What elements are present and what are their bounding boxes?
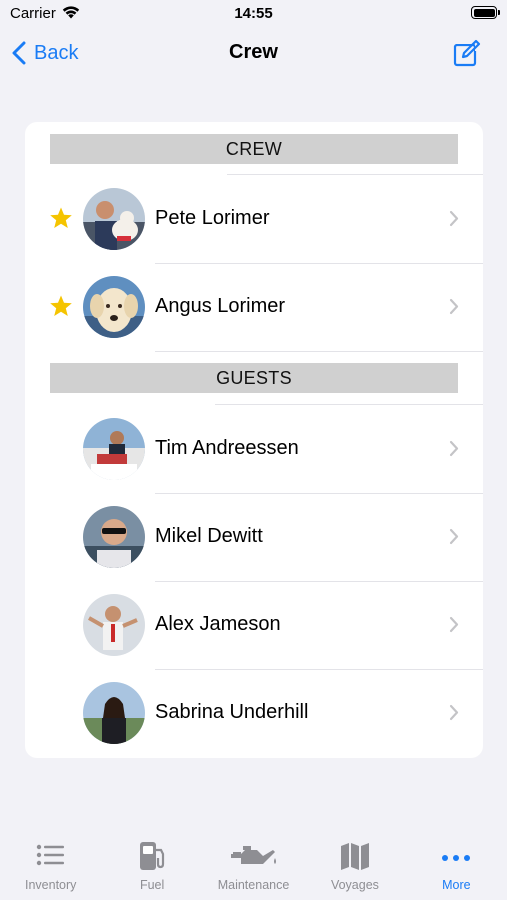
avatar xyxy=(83,506,145,568)
star-icon xyxy=(50,295,72,316)
section-header-crew: CREW xyxy=(50,134,458,164)
tab-label: More xyxy=(442,878,471,892)
avatar xyxy=(83,276,145,338)
list-item-pete-lorimer[interactable]: Pete Lorimer xyxy=(25,175,483,263)
page-title: Crew xyxy=(229,41,278,63)
list-item-alex-jameson[interactable]: Alex Jameson xyxy=(25,581,483,669)
clock: 14:55 xyxy=(234,5,273,22)
member-name: Tim Andreessen xyxy=(155,437,299,459)
member-name: Alex Jameson xyxy=(155,613,281,635)
status-bar: Carrier 14:55 xyxy=(0,0,507,30)
tab-label: Voyages xyxy=(330,878,379,892)
tab-more[interactable]: More xyxy=(406,836,507,900)
avatar xyxy=(83,594,145,656)
tab-bar: Inventory Fuel Maintenance Voyages More xyxy=(0,836,507,900)
star-icon xyxy=(50,207,72,228)
fuel-pump-icon xyxy=(140,842,165,870)
crew-list-card: CREW Pete Lorimer Angus Lorimer GUESTS T… xyxy=(25,122,483,758)
member-name: Angus Lorimer xyxy=(155,295,286,317)
tab-label: Fuel xyxy=(139,878,165,892)
list-item-angus-lorimer[interactable]: Angus Lorimer xyxy=(25,263,483,351)
chevron-right-icon xyxy=(449,616,459,633)
divider xyxy=(155,351,483,352)
navigation-bar: Back Crew xyxy=(0,30,507,76)
list-item-mikel-dewitt[interactable]: Mikel Dewitt xyxy=(25,493,483,581)
tab-label: Inventory xyxy=(24,878,77,892)
compose-icon[interactable] xyxy=(453,39,481,67)
member-name: Mikel Dewitt xyxy=(155,525,263,547)
avatar xyxy=(83,188,145,250)
chevron-right-icon xyxy=(449,440,459,457)
tab-fuel[interactable]: Fuel xyxy=(101,836,202,900)
tab-label: Maintenance xyxy=(217,878,290,892)
tab-voyages[interactable]: Voyages xyxy=(304,836,405,900)
chevron-right-icon xyxy=(449,528,459,545)
map-icon xyxy=(340,843,369,870)
oil-can-icon xyxy=(230,846,276,864)
list-icon xyxy=(36,844,64,866)
member-name: Sabrina Underhill xyxy=(155,701,309,723)
list-item-sabrina-underhill[interactable]: Sabrina Underhill xyxy=(25,669,483,757)
battery-icon xyxy=(471,6,500,19)
member-name: Pete Lorimer xyxy=(155,207,270,229)
avatar xyxy=(83,682,145,744)
chevron-right-icon xyxy=(449,298,459,315)
section-header-guests: GUESTS xyxy=(50,363,458,393)
ellipsis-icon xyxy=(442,855,471,861)
chevron-right-icon xyxy=(449,210,459,227)
tab-inventory[interactable]: Inventory xyxy=(0,836,101,900)
list-item-tim-andreessen[interactable]: Tim Andreessen xyxy=(25,405,483,493)
tab-maintenance[interactable]: Maintenance xyxy=(203,836,304,900)
chevron-right-icon xyxy=(449,704,459,721)
avatar xyxy=(83,418,145,480)
